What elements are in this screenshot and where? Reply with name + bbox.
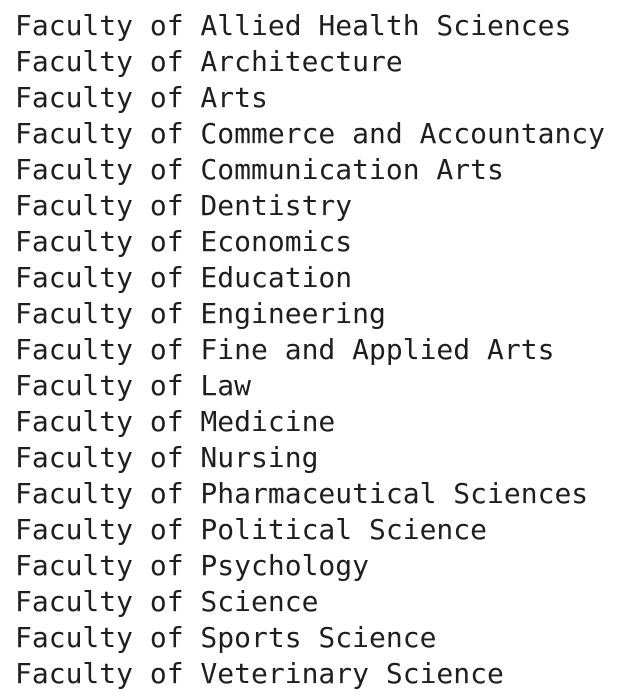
list-item: Faculty of Architecture — [15, 45, 403, 78]
list-item: Faculty of Science — [15, 585, 319, 618]
list-item: Faculty of Allied Health Sciences — [15, 9, 572, 42]
list-item: Faculty of Law — [15, 369, 252, 402]
list-item: Faculty of Engineering — [15, 297, 386, 330]
list-item: Faculty of Pharmaceutical Sciences — [15, 477, 589, 510]
list-item: Faculty of Communication Arts — [15, 153, 504, 186]
list-item: Faculty of Sports Science — [15, 621, 437, 654]
list-item: Faculty of Commerce and Accountancy — [15, 117, 606, 150]
list-item: Faculty of Arts — [15, 81, 268, 114]
list-item: Faculty of Political Science — [15, 513, 488, 546]
list-item: Faculty of Nursing — [15, 441, 319, 474]
list-item: Faculty of Medicine — [15, 405, 336, 438]
list-item: Faculty of Fine and Applied Arts — [15, 333, 555, 366]
list-item: Faculty of Veterinary Science — [15, 657, 504, 690]
list-item: Faculty of Psychology — [15, 549, 370, 582]
faculty-list: Faculty of Allied Health Sciences Facult… — [15, 8, 605, 692]
list-item: Faculty of Education — [15, 261, 353, 294]
list-item: Faculty of Dentistry — [15, 189, 353, 222]
list-item: Faculty of Economics — [15, 225, 353, 258]
